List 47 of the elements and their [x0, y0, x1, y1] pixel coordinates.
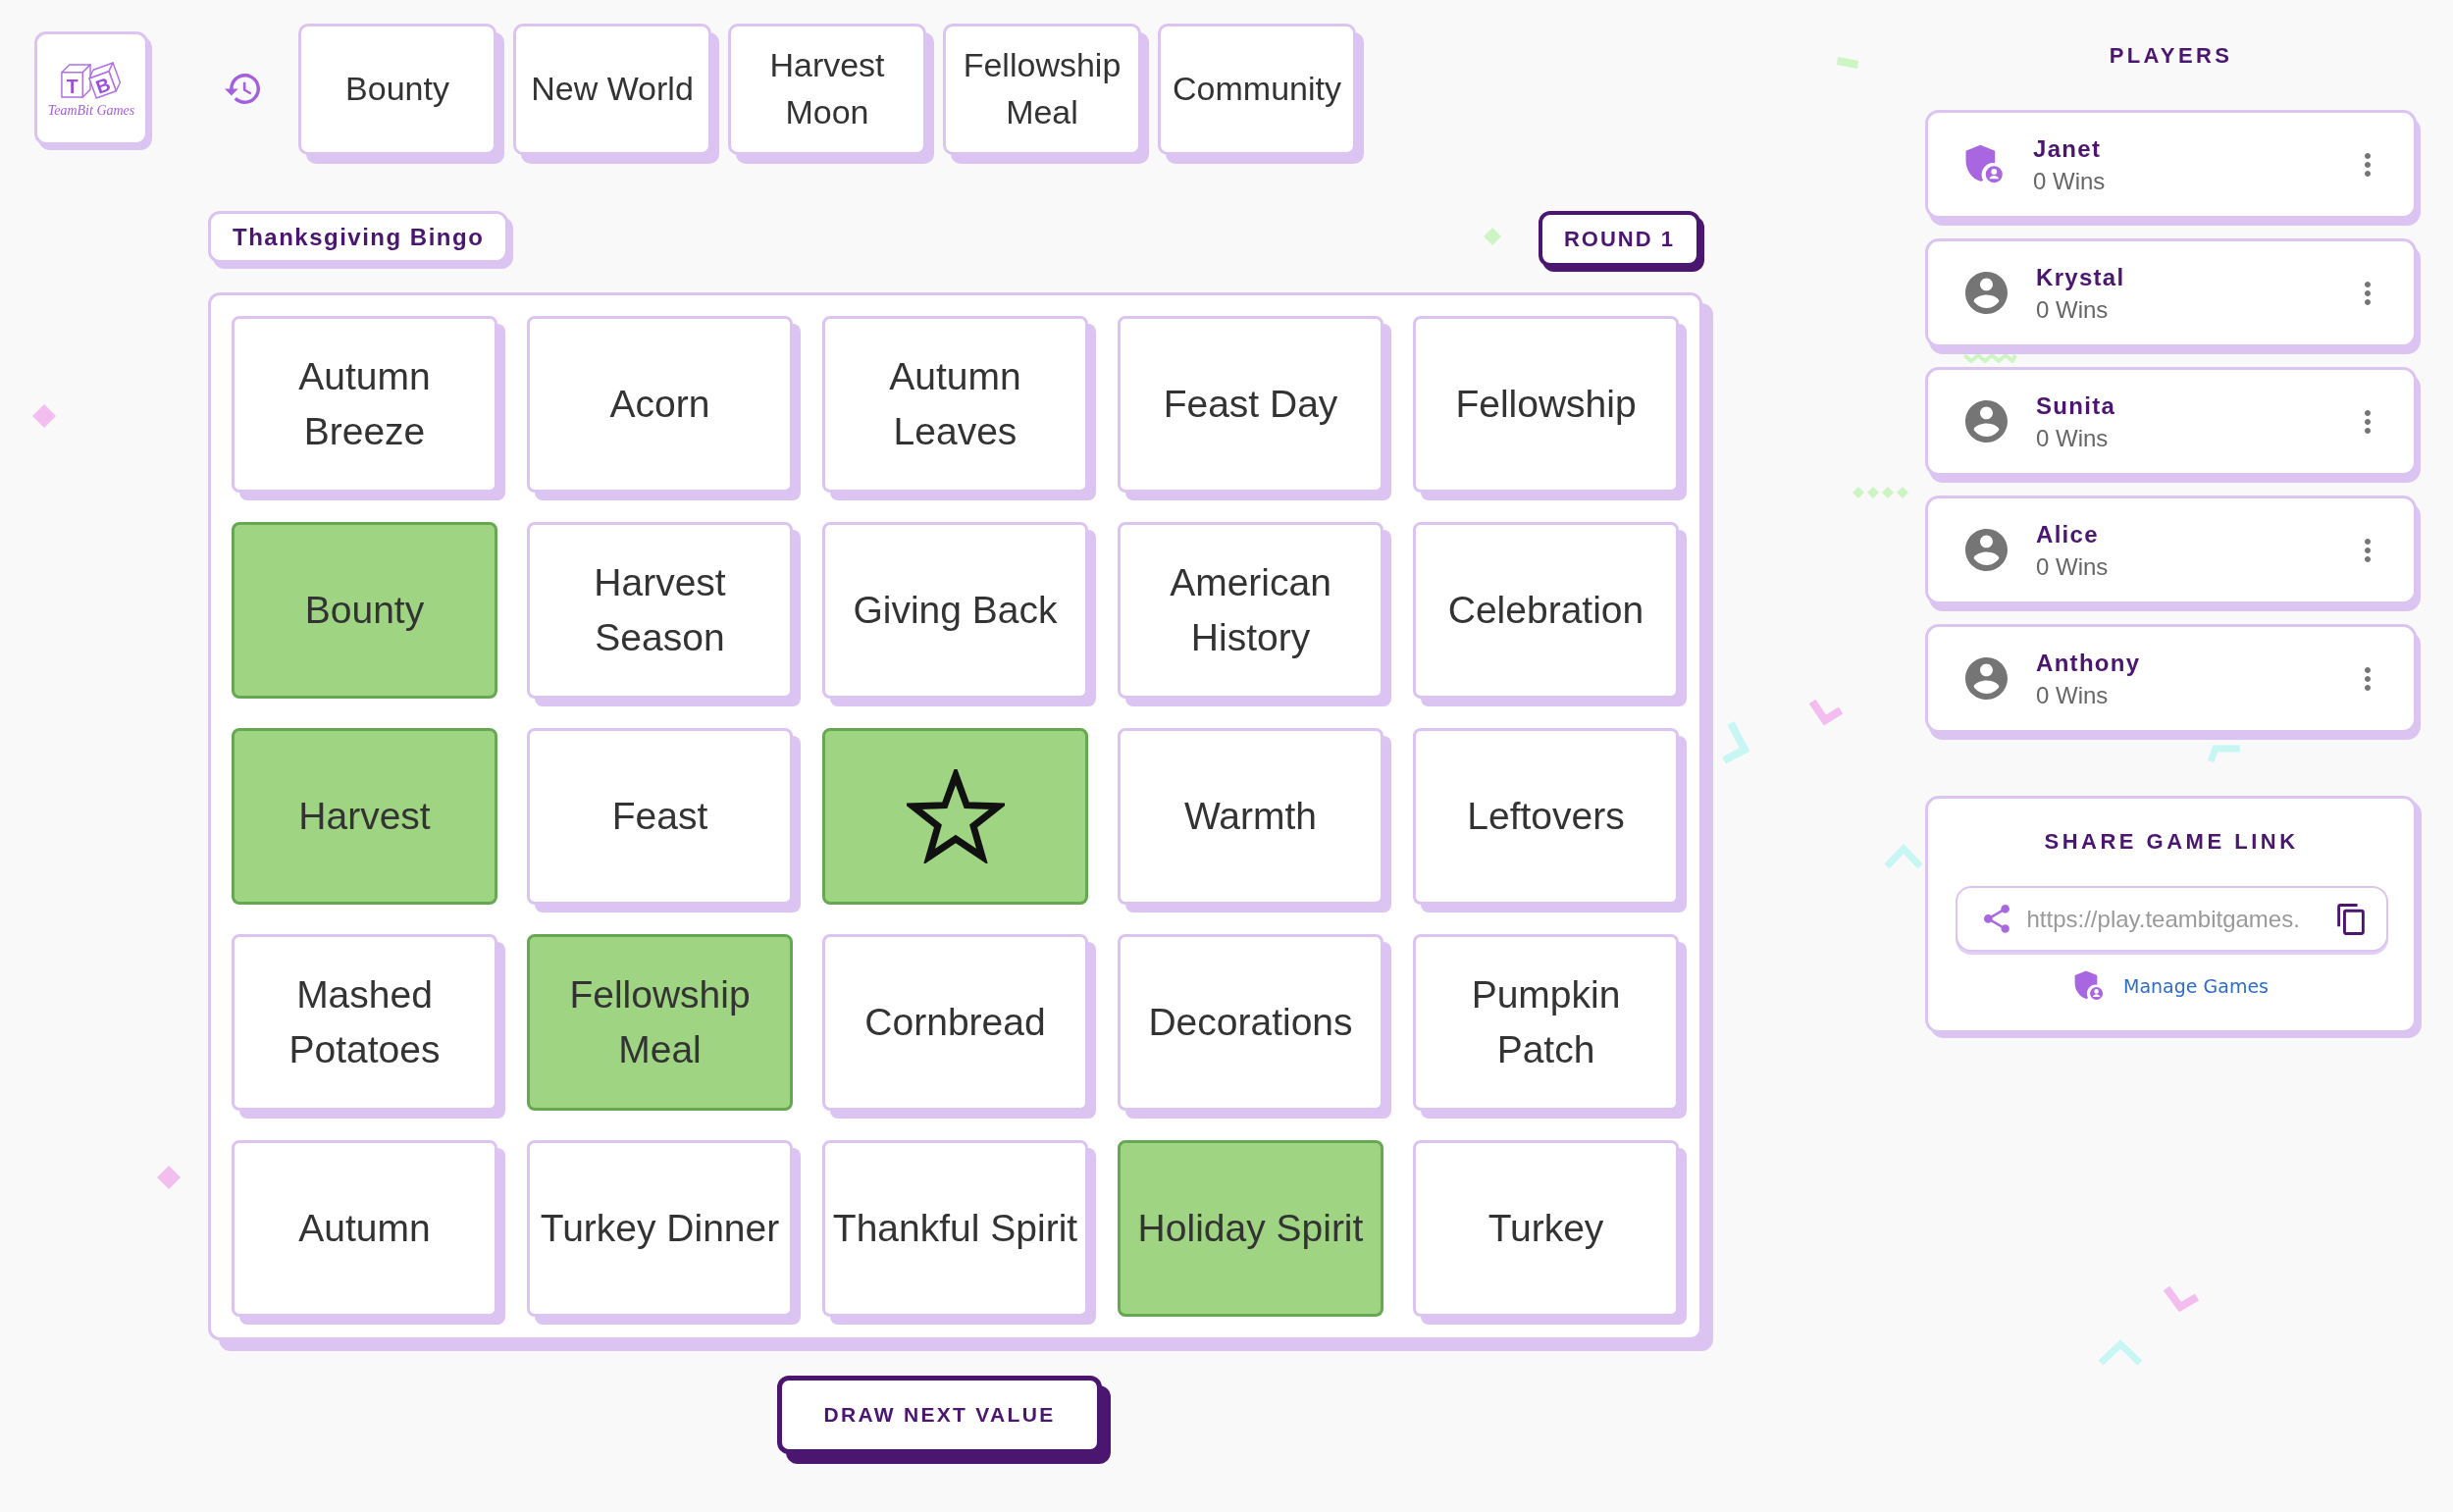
history-icon: [225, 74, 260, 104]
logo-caption: TeamBit Games: [47, 102, 135, 119]
players-heading: PLAYERS: [2108, 42, 2234, 70]
kebab-menu-icon: [2365, 409, 2371, 434]
link-url: https://play.teambitgames.: [2026, 904, 2301, 934]
kebab-menu-icon: [2365, 666, 2371, 691]
player-name: Alice: [2036, 519, 2099, 549]
share-icon: [1983, 905, 2009, 933]
kebab-menu-icon: [2365, 281, 2371, 305]
avatar-icon: [1965, 529, 2008, 571]
manage-games-link[interactable]: Manage Games: [2074, 969, 2269, 1003]
free-space-cell[interactable]: [822, 728, 1088, 905]
shield-person-icon: [1965, 143, 2005, 185]
confetti-icon: [1853, 487, 1909, 498]
avatar-icon: [1965, 657, 2008, 700]
copy-button[interactable]: [2336, 903, 2365, 935]
shield-person-icon: [2074, 970, 2105, 1002]
confetti-icon: [1884, 842, 1923, 869]
kebab-menu-icon: [2365, 152, 2371, 177]
share-heading: SHARE GAME LINK: [2044, 828, 2299, 856]
bingo-cell[interactable]: Harvest: [232, 728, 497, 905]
confetti-icon: [1484, 228, 1501, 245]
bingo-cell[interactable]: Fellowship Meal: [527, 934, 793, 1111]
player-wins: 0 Wins: [2036, 680, 2109, 710]
bingo-cell[interactable]: Bounty: [232, 522, 497, 699]
confetti-icon: [32, 404, 56, 428]
player-name: Anthony: [2036, 648, 2141, 678]
history-button[interactable]: [225, 74, 260, 104]
confetti-icon: [1962, 353, 2017, 363]
copy-icon: [2336, 903, 2365, 935]
confetti-icon: [1837, 57, 1858, 69]
player-wins: 0 Wins: [2036, 551, 2109, 582]
confetti-icon: [2207, 744, 2242, 763]
player-wins: 0 Wins: [2036, 294, 2109, 325]
kebab-menu-icon: [2365, 538, 2371, 562]
player-name: Sunita: [2036, 391, 2116, 421]
avatar-icon: [1965, 272, 2008, 314]
player-wins: 0 Wins: [2033, 166, 2106, 196]
confetti-icon: [1719, 720, 1752, 765]
avatar-icon: [1965, 400, 2008, 443]
player-name: Janet: [2033, 133, 2102, 164]
bingo-cell[interactable]: Holiday Spirit: [1118, 1140, 1383, 1317]
player-wins: 0 Wins: [2036, 423, 2109, 453]
star-icon: [906, 769, 1005, 863]
confetti-icon: [157, 1166, 181, 1189]
blocks-logo: T B: [60, 60, 123, 101]
player-name: Krystal: [2036, 262, 2125, 292]
